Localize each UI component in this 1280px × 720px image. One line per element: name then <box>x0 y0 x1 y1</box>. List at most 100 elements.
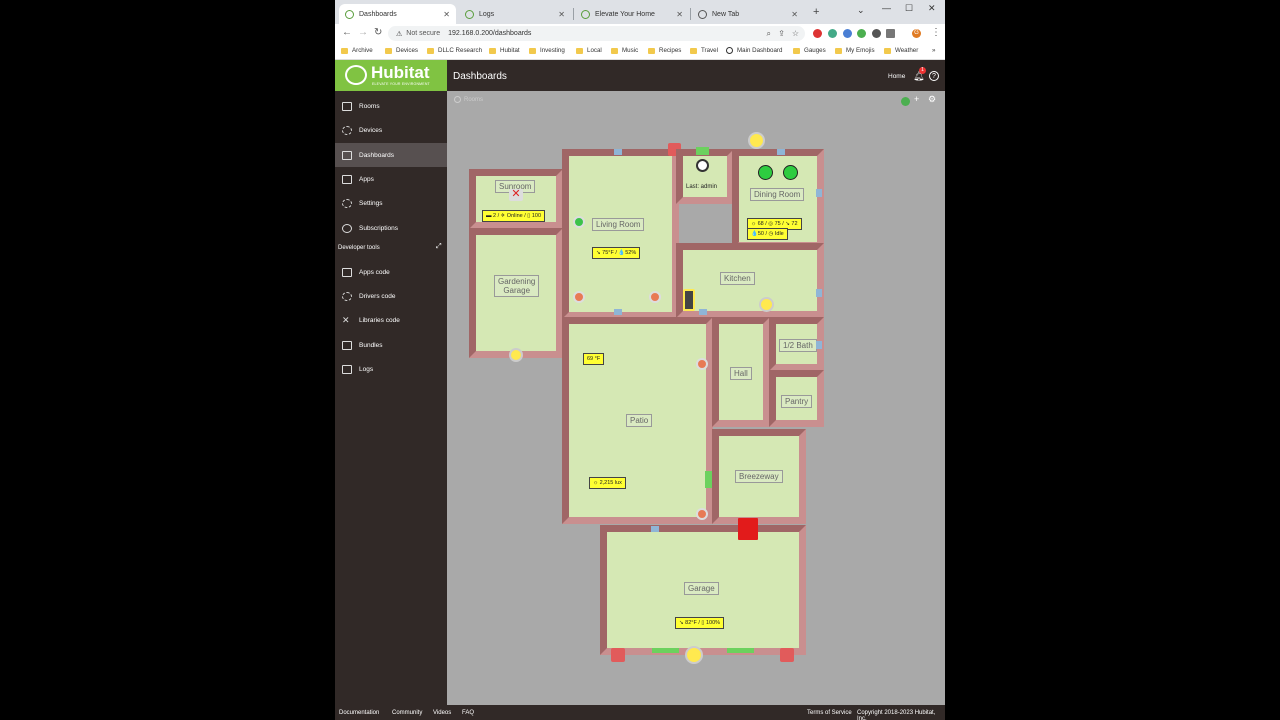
bookmark-weather[interactable]: Weather <box>884 47 918 54</box>
tile-garage-climate[interactable]: ↘ 82°F / ▯ 100% <box>675 617 725 629</box>
developer-tools-heading[interactable]: Developer tools <box>338 245 380 251</box>
side-panel-icon[interactable] <box>886 29 895 38</box>
folder-icon <box>427 47 434 54</box>
bookmark-gauges[interactable]: Gauges <box>793 47 826 54</box>
room-label-half-bath: 1/2 Bath <box>779 339 817 352</box>
tile-patio-illuminance[interactable]: ☼ 2,215 lux <box>589 477 626 489</box>
tile-living-climate[interactable]: ↘ 75°F / 💧52% <box>592 247 641 259</box>
tile-sunroom-status[interactable]: ▬ 2 / ✈ Online / ▯ 100 <box>482 210 546 222</box>
share-icon[interactable]: ⇪ <box>778 29 785 38</box>
add-icon[interactable]: + <box>914 94 919 104</box>
bookmark-music[interactable]: Music <box>611 47 638 54</box>
bookmark-hubitat[interactable]: Hubitat <box>489 47 520 54</box>
bulb-green-icon[interactable] <box>573 216 585 228</box>
sidebar-item-rooms[interactable]: Rooms <box>335 94 447 118</box>
tab-search-icon[interactable]: ⌄ <box>857 5 865 16</box>
sidebar-item-devices[interactable]: Devices <box>335 118 447 142</box>
extensions-puzzle-icon[interactable] <box>872 29 881 38</box>
footer-videos-link[interactable]: Videos <box>433 710 451 716</box>
collapse-icon[interactable]: ⤢ <box>436 243 442 251</box>
back-icon[interactable]: ← <box>342 27 352 38</box>
sidebar-item-libraries-code[interactable]: ✕ Libraries code <box>335 308 447 332</box>
bulb-red-icon[interactable] <box>611 648 625 662</box>
bulb-icon[interactable] <box>649 291 661 303</box>
bookmark-main-dashboard[interactable]: Main Dashboard <box>726 47 782 54</box>
hubitat-logo[interactable]: Hubitat ELEVATE YOUR ENVIRONMENT <box>335 60 447 91</box>
bulb-icon[interactable] <box>696 508 708 520</box>
bookmark-local[interactable]: Local <box>576 47 602 54</box>
footer-faq-link[interactable]: FAQ <box>462 710 474 716</box>
forward-icon[interactable]: → <box>358 27 368 38</box>
switch-icon[interactable] <box>683 289 695 311</box>
lock-icon[interactable] <box>696 159 709 172</box>
sidebar-item-drivers-code[interactable]: Drivers code <box>335 284 447 308</box>
camera-icon[interactable] <box>748 132 765 149</box>
camera-icon[interactable] <box>509 348 523 362</box>
hubitat-icon <box>465 9 474 19</box>
star-icon[interactable]: ☆ <box>792 29 799 38</box>
help-icon[interactable]: ? <box>929 71 939 81</box>
close-icon[interactable]: ✕ <box>791 10 798 19</box>
breadcrumb[interactable]: Rooms <box>454 96 483 103</box>
tile-dining-thermostat-2[interactable]: 💧50 / ◷ Idle <box>747 228 788 240</box>
reload-icon[interactable]: ↻ <box>374 27 382 38</box>
room-label-dining: Dining Room <box>750 188 805 201</box>
bulb-icon[interactable] <box>573 291 585 303</box>
sidebar-item-apps[interactable]: Apps <box>335 167 447 191</box>
bookmark-dllc-research[interactable]: DLLC Research <box>427 47 482 54</box>
close-icon[interactable]: ✕ <box>676 10 683 19</box>
zoom-icon[interactable]: ⌕ <box>767 29 771 39</box>
room-label-kitchen: Kitchen <box>720 272 755 285</box>
tab-dashboards[interactable]: Dashboards ✕ <box>339 4 456 24</box>
room-foyer[interactable] <box>676 149 734 204</box>
tab-new[interactable]: New Tab ✕ <box>692 4 804 24</box>
page-title: Dashboards <box>453 71 507 82</box>
close-icon[interactable]: ✕ <box>443 10 450 19</box>
bulb-icon[interactable] <box>696 358 708 370</box>
app-footer: Documentation Community Videos FAQ Terms… <box>335 705 945 720</box>
sidebar-item-bundles[interactable]: Bundles <box>335 333 447 357</box>
maximize-button[interactable]: ☐ <box>905 3 913 14</box>
close-icon[interactable]: ✕ <box>558 10 565 19</box>
extension-chrome-icon[interactable] <box>828 29 837 38</box>
sidebar-item-settings[interactable]: Settings <box>335 191 447 215</box>
bookmark-devices[interactable]: Devices <box>385 47 418 54</box>
bulb-red-icon[interactable] <box>780 648 794 662</box>
window-close-button[interactable]: ✕ <box>928 3 936 14</box>
tab-elevate[interactable]: Elevate Your Home ✕ <box>575 4 689 24</box>
extension-blue-icon[interactable] <box>843 29 852 38</box>
bookmark-archive[interactable]: Archive <box>341 47 373 54</box>
bookmark-investing[interactable]: Investing <box>529 47 565 54</box>
tab-logs[interactable]: Logs ✕ <box>459 4 571 24</box>
more-bookmarks-button[interactable]: » <box>932 47 935 54</box>
extension-grid-icon[interactable] <box>857 29 866 38</box>
footer-terms-link[interactable]: Terms of Service <box>807 710 852 716</box>
plant-sensor-icon[interactable] <box>759 297 774 312</box>
sidebar-item-apps-code[interactable]: Apps code <box>335 260 447 284</box>
gear-icon[interactable]: ⚙ <box>928 94 936 105</box>
browser-window: Dashboards ✕ Logs ✕ Elevate Your Home ✕ … <box>335 0 945 720</box>
bookmark-my-emojis[interactable]: My Emojis <box>835 47 875 54</box>
garage-door-icon[interactable] <box>738 518 758 540</box>
bookmark-recipes[interactable]: Recipes <box>648 47 681 54</box>
camera-icon[interactable] <box>685 646 703 664</box>
dashboard-canvas: Rooms + ⚙ Sunroom ▬ 2 / ✈ Online / ▯ 100… <box>447 91 945 705</box>
tile-patio-temperature[interactable]: 69 °F <box>583 353 605 365</box>
sidebar-item-logs[interactable]: Logs <box>335 357 447 381</box>
fan-icon[interactable] <box>758 165 773 180</box>
sidebar-item-dashboards[interactable]: Dashboards <box>335 143 447 167</box>
fan-icon[interactable] <box>783 165 798 180</box>
home-link[interactable]: Home <box>888 73 905 80</box>
extension-opera-icon[interactable] <box>813 29 822 38</box>
tab-separator <box>690 8 691 20</box>
footer-documentation-link[interactable]: Documentation <box>339 710 379 716</box>
bookmark-travel[interactable]: Travel <box>690 47 718 54</box>
close-icon[interactable]: ✕ <box>509 189 523 201</box>
footer-community-link[interactable]: Community <box>392 710 422 716</box>
address-bar[interactable]: ⚠ Not secure 192.168.0.200/dashboards ⌕ … <box>388 26 805 41</box>
sidebar-item-subscriptions[interactable]: Subscriptions <box>335 216 447 240</box>
minimize-button[interactable]: — <box>882 3 891 13</box>
profile-avatar[interactable]: G <box>912 29 921 38</box>
new-tab-button[interactable]: + <box>813 6 819 18</box>
menu-kebab-icon[interactable]: ⋮ <box>931 27 941 38</box>
